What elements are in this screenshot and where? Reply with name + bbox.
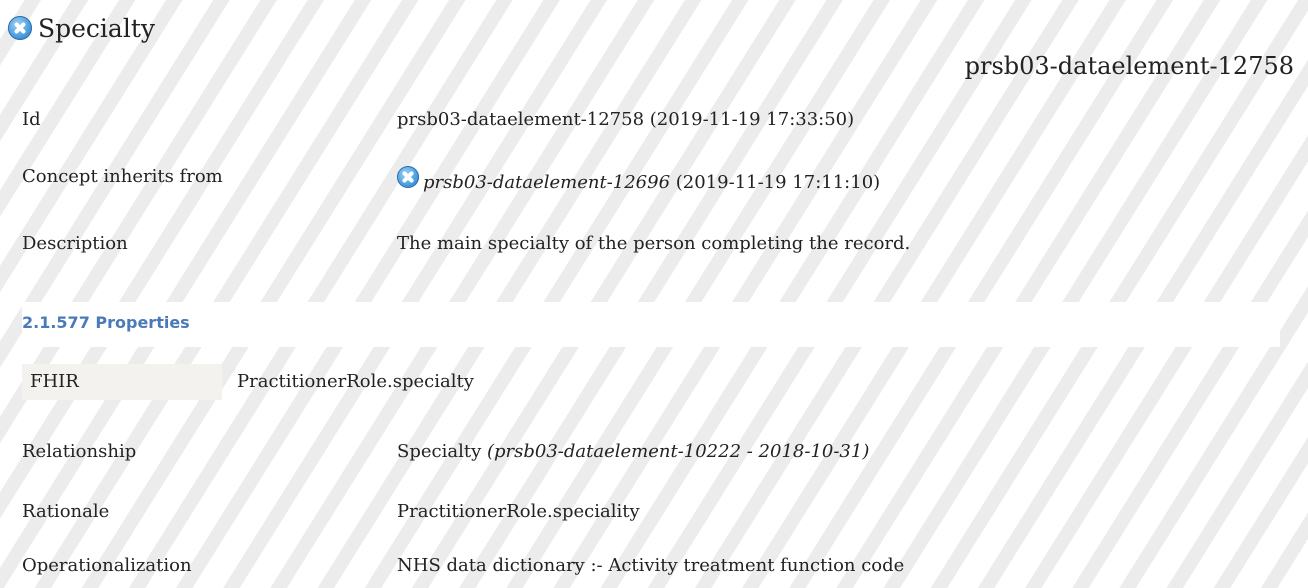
cancelled-status-icon [8,15,32,40]
cancelled-status-icon [397,166,419,188]
relationship-name: Specialty [397,441,482,462]
concept-id-heading: prsb03-dataelement-12758 [964,52,1294,80]
page-title: Specialty [8,14,155,43]
operationalization-value: NHS data dictionary :- Activity treatmen… [397,555,905,576]
description-label: Description [22,233,128,254]
inherits-value: prsb03-dataelement-12696 (2019-11-19 17:… [397,166,881,194]
fhir-value: PractitionerRole.specialty [237,371,474,392]
id-label: Id [22,109,41,130]
operationalization-label: Operationalization [22,555,192,576]
rationale-row: Rationale PractitionerRole.speciality [22,501,640,522]
rationale-value: PractitionerRole.speciality [397,501,640,522]
relationship-value: Specialty (prsb03-dataelement-10222 - 20… [397,441,869,462]
rationale-label: Rationale [22,501,110,522]
operationalization-row: Operationalization NHS data dictionary :… [22,555,904,576]
fhir-label: FHIR [22,364,222,400]
inherits-link[interactable]: prsb03-dataelement-12696 [423,172,670,193]
relationship-row: Relationship Specialty (prsb03-dataeleme… [22,441,869,462]
id-value: prsb03-dataelement-12758 (2019-11-19 17:… [397,109,855,130]
description-value: The main specialty of the person complet… [397,233,911,254]
inherits-date: (2019-11-19 17:11:10) [675,172,881,193]
fhir-row: FHIR PractitionerRole.specialty [22,364,474,400]
relationship-label: Relationship [22,441,137,462]
properties-heading: 2.1.577 Properties [22,302,1280,347]
id-row: Id prsb03-dataelement-12758 (2019-11-19 … [22,109,854,130]
inherits-row: Concept inherits from prsb03-dataelement… [22,166,880,193]
properties-heading-text: 2.1.577 Properties [22,313,190,332]
description-row: Description The main specialty of the pe… [22,233,910,254]
relationship-ref: (prsb03-dataelement-10222 - 2018-10-31) [486,441,870,462]
title-text: Specialty [38,14,155,43]
inherits-label: Concept inherits from [22,166,223,187]
